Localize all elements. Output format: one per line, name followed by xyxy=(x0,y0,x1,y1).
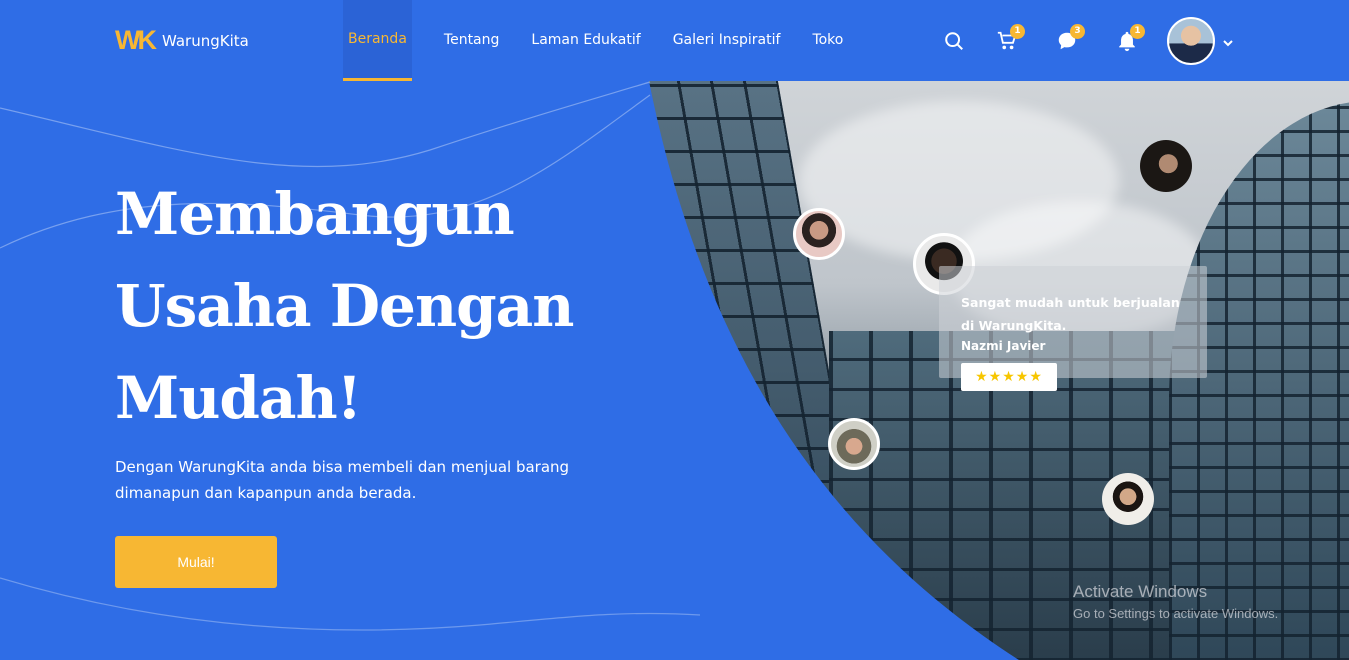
bell-icon[interactable]: 1 xyxy=(1116,24,1145,52)
hero-title: Membangun Usaha Dengan Mudah! xyxy=(115,168,635,444)
watermark-subtitle: Go to Settings to activate Windows. xyxy=(1073,606,1279,621)
user-avatar[interactable] xyxy=(1167,17,1215,65)
nav-link-beranda[interactable]: Beranda xyxy=(343,0,412,81)
chat-badge: 3 xyxy=(1070,24,1085,39)
testimonial-quote: Sangat mudah untuk berjualan di WarungKi… xyxy=(961,295,1180,333)
floating-avatar xyxy=(793,208,845,260)
hero-title-line-2: Usaha Dengan xyxy=(115,272,574,340)
chat-icon[interactable]: 3 xyxy=(1056,24,1085,52)
top-navbar: WK WarungKita Beranda Tentang Laman Eduk… xyxy=(0,0,1349,81)
search-icon[interactable] xyxy=(943,30,965,52)
cart-icon[interactable]: 1 xyxy=(996,24,1025,52)
floating-avatar xyxy=(1102,473,1154,525)
hero-title-line-1: Membangun xyxy=(115,180,515,248)
brand-logo[interactable]: WK WarungKita xyxy=(115,27,249,54)
brand-name: WarungKita xyxy=(161,31,249,50)
testimonial-card: Sangat mudah untuk berjualan di WarungKi… xyxy=(939,266,1207,391)
nav-link-toko[interactable]: Toko xyxy=(812,0,843,81)
main-menu: Beranda Tentang Laman Edukatif Galeri In… xyxy=(343,0,875,82)
rating-stars: ★★★★★ xyxy=(961,363,1057,391)
nav-link-laman-edukatif[interactable]: Laman Edukatif xyxy=(531,0,640,81)
watermark-title: Activate Windows xyxy=(1073,582,1208,601)
notification-badge: 1 xyxy=(1130,24,1145,39)
start-button[interactable]: Mulai! xyxy=(115,536,277,588)
testimonial-author: Nazmi Javier xyxy=(961,339,1046,353)
hero-title-line-3: Mudah! xyxy=(115,364,362,432)
nav-link-tentang[interactable]: Tentang xyxy=(444,0,500,81)
chevron-down-icon[interactable] xyxy=(1222,34,1234,53)
brand-logo-mark: WK xyxy=(115,25,157,55)
cart-badge: 1 xyxy=(1010,24,1025,39)
floating-avatar xyxy=(828,418,880,470)
floating-avatar xyxy=(1140,140,1192,192)
hero-subtitle: Dengan WarungKita anda bisa membeli dan … xyxy=(115,458,570,502)
windows-activation-watermark: Activate Windows Go to Settings to activ… xyxy=(1073,582,1278,621)
nav-link-galeri-inspiratif[interactable]: Galeri Inspiratif xyxy=(673,0,781,81)
